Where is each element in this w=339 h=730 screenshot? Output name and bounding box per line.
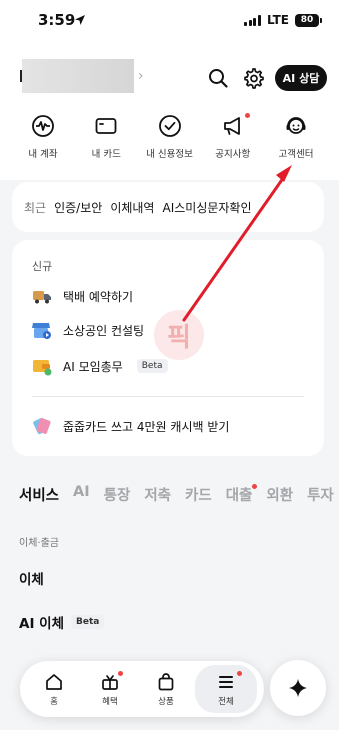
gift-icon (102, 674, 118, 690)
quick-menu-credit-info[interactable]: 내 신용정보 (139, 114, 201, 160)
recent-item-transfer-history[interactable]: 이체내역 (110, 199, 154, 216)
store-icon (32, 323, 51, 339)
battery-icon: 80 (295, 13, 322, 27)
notification-dot (244, 113, 250, 118)
tab-forex[interactable]: 외환 (266, 484, 293, 505)
tab-service[interactable]: 서비스 (19, 484, 59, 505)
status-bar: 3:59 LTE 80 (0, 0, 339, 44)
tab-loan[interactable]: 대출 (225, 484, 258, 505)
search-icon[interactable] (207, 67, 229, 89)
chevron-right-icon[interactable]: › (138, 68, 144, 84)
quick-menu-label: 내 카드 (91, 149, 121, 160)
menu-item-transfer[interactable]: 이체 (19, 568, 44, 588)
tab-loan-label: 대출 (225, 488, 253, 504)
nav-label: 상품 (158, 696, 174, 707)
new-item-label: 택배 예약하기 (63, 289, 134, 304)
shopping-bag-icon (158, 672, 174, 690)
tab-investment[interactable]: 투자 (307, 484, 334, 505)
ai-consult-button[interactable]: AI 상담 (275, 65, 327, 91)
tab-ai[interactable]: AI (73, 484, 90, 505)
tab-savings[interactable]: 저축 (144, 484, 171, 505)
new-item-parcel-reservation[interactable]: 택배 예약하기 (32, 286, 133, 306)
nav-products[interactable]: 상품 (139, 665, 193, 713)
nav-home[interactable]: 홈 (27, 665, 81, 713)
location-arrow-icon (75, 15, 85, 25)
promo-label: 줍줍카드 쓰고 4만원 캐시백 받기 (63, 419, 230, 434)
card-icon (95, 118, 117, 134)
menu-item-label: AI 이체 (19, 616, 65, 632)
quick-menu-label: 공지사항 (215, 149, 251, 160)
section-caption: 이체·출금 (19, 538, 59, 549)
top-area: › AI 상담 내 계좌 내 카드 내 신용정보 공지사항 고객센터 (0, 44, 339, 180)
gear-icon[interactable] (242, 67, 264, 89)
cards-icon (33, 417, 51, 435)
menu-item-ai-transfer[interactable]: AI 이체 Beta (19, 612, 105, 632)
new-services-card: 신규 택배 예약하기 소상공인 컨설팅 AI 모임총무 Beta 픽 줍줍카드 … (12, 240, 324, 456)
menu-icon (219, 675, 233, 688)
delivery-truck-icon (33, 291, 51, 304)
bottom-navigation: 홈 혜택 상품 전체 (20, 661, 264, 717)
status-indicators: LTE 80 (244, 13, 322, 27)
nav-label: 혜택 (102, 696, 118, 707)
notification-dot (118, 671, 123, 676)
account-pulse-icon (32, 115, 54, 137)
new-item-label: AI 모임총무 (63, 359, 123, 374)
menu-item-label: 이체 (19, 572, 44, 588)
name-cursor-mark (20, 70, 22, 82)
recent-card: 최근 인증/보안 이체내역 AI스미싱문자확인 (12, 182, 324, 232)
sparkle-icon (289, 679, 307, 697)
credit-check-icon (158, 115, 181, 137)
recent-item-ai-smishing[interactable]: AI스미싱문자확인 (162, 199, 251, 216)
recent-item-auth-security[interactable]: 인증/보안 (54, 199, 102, 216)
nav-benefits[interactable]: 혜택 (83, 665, 137, 713)
account-name-redacted[interactable] (22, 59, 134, 93)
quick-menu-notice[interactable]: 공지사항 (202, 113, 264, 160)
nav-label: 전체 (218, 696, 234, 707)
category-tabs: 서비스 AI 통장 저축 카드 대출 외환 투자 (19, 484, 339, 505)
quick-menu-my-card[interactable]: 내 카드 (75, 114, 137, 160)
watermark-logo: 픽 (154, 310, 204, 360)
tab-card[interactable]: 카드 (185, 484, 212, 505)
megaphone-icon (223, 117, 240, 135)
quick-menu-label: 고객센터 (278, 149, 314, 160)
nav-all[interactable]: 전체 (195, 665, 257, 713)
ai-sparkle-button[interactable] (270, 660, 326, 716)
new-item-label: 소상공인 컨설팅 (63, 323, 145, 338)
notification-dot (237, 671, 242, 676)
status-time: 3:59 (38, 11, 76, 29)
tab-bankbook[interactable]: 통장 (104, 484, 131, 505)
new-item-small-business-consulting[interactable]: 소상공인 컨설팅 (32, 320, 144, 340)
new-item-ai-group-treasurer[interactable]: AI 모임총무 Beta (32, 356, 168, 376)
promo-cashback[interactable]: 줍줍카드 쓰고 4만원 캐시백 받기 (32, 416, 229, 436)
wallet-icon (33, 360, 52, 376)
quick-menu: 내 계좌 내 카드 내 신용정보 공지사항 고객센터 (0, 113, 339, 160)
quick-menu-label: 내 계좌 (28, 149, 58, 160)
signal-icon (244, 14, 261, 26)
quick-menu-my-account[interactable]: 내 계좌 (12, 114, 74, 160)
divider (32, 396, 304, 397)
quick-menu-label: 내 신용정보 (146, 149, 193, 160)
new-section-title: 신규 (32, 260, 53, 273)
quick-menu-customer-center[interactable]: 고객센터 (265, 114, 327, 160)
beta-badge: Beta (71, 615, 105, 629)
nav-label: 홈 (50, 696, 58, 707)
headset-agent-icon (286, 117, 306, 134)
network-label: LTE (266, 13, 289, 27)
home-icon (46, 673, 62, 690)
recent-title: 최근 (24, 200, 47, 215)
beta-badge: Beta (136, 359, 168, 373)
notification-dot (252, 484, 258, 489)
